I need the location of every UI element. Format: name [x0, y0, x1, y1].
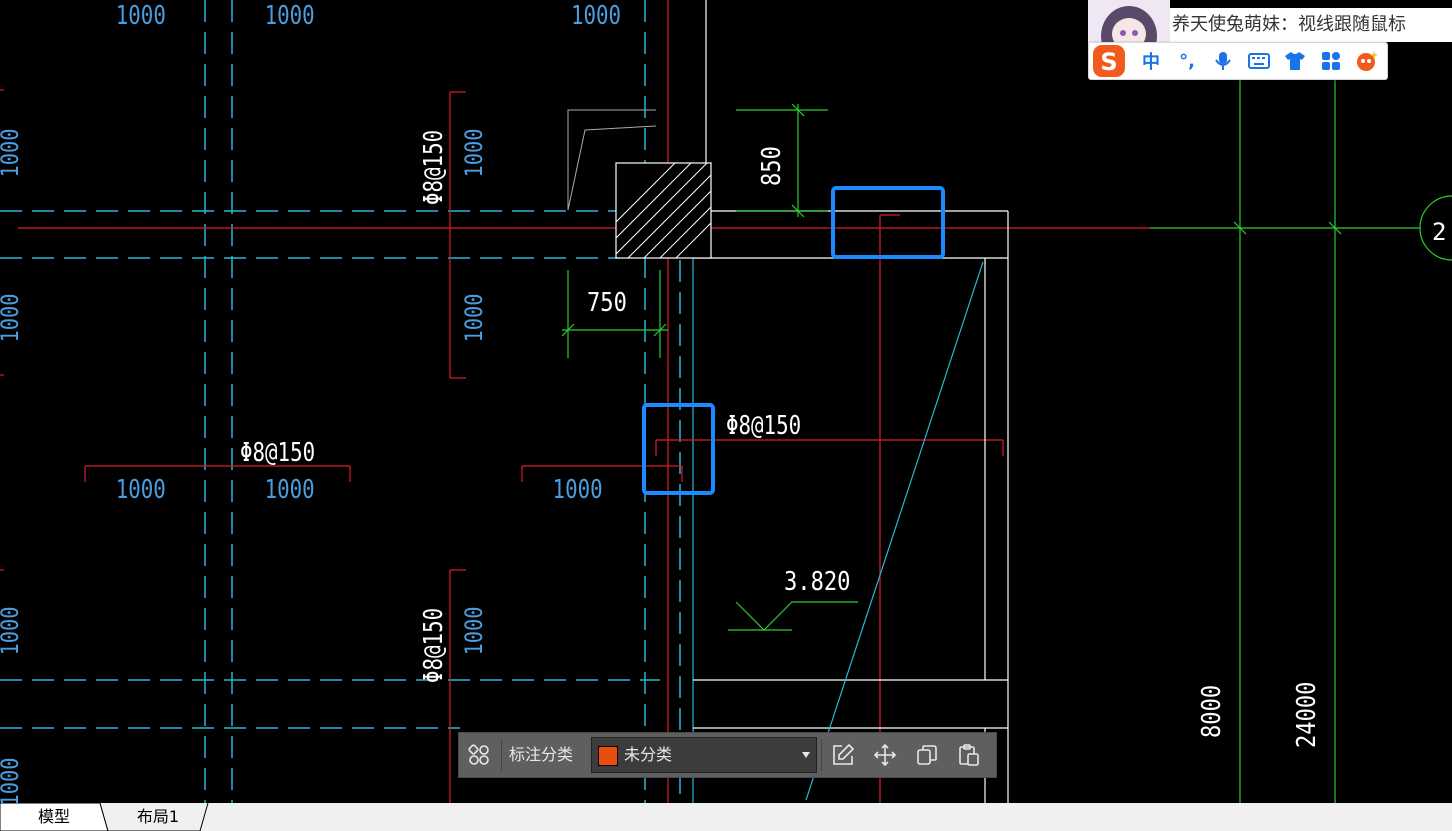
mascot-icon[interactable] — [1353, 47, 1381, 75]
mic-icon[interactable] — [1209, 47, 1237, 75]
copy-icon[interactable] — [913, 741, 941, 769]
rebar-label: Φ8@150 — [418, 608, 449, 683]
punctuation-button[interactable]: °, — [1173, 47, 1201, 75]
dim-text-vertical: 1000 — [0, 757, 24, 803]
shirt-icon[interactable] — [1281, 47, 1309, 75]
rebar-label: Φ8@150 — [726, 410, 801, 441]
cad-drawing-canvas[interactable]: 2 1000 1000 1000 1000 1000 1000 1000 100… — [0, 0, 1452, 803]
svg-text:S: S — [1100, 48, 1117, 76]
dim-text-vertical: 1000 — [0, 606, 24, 655]
dim-text-vertical: 1000 — [0, 293, 24, 342]
dim-text-vertical: 1000 — [460, 293, 488, 342]
dim-text: 1000 — [265, 0, 315, 31]
tab-layout1[interactable]: 布局1 — [112, 803, 204, 831]
toolbar-divider — [501, 739, 502, 771]
annotation-category-label: 标注分类 — [509, 745, 574, 764]
category-color-swatch — [598, 746, 618, 766]
dim-24000: 24000 — [1291, 682, 1321, 748]
category-select-value: 未分类 — [624, 745, 673, 764]
ime-title: 养天使兔萌妹：视线跟随鼠标 — [1170, 8, 1452, 42]
paste-icon[interactable] — [955, 741, 983, 769]
ime-toolbar[interactable]: S 中 °, — [1088, 42, 1388, 80]
dim-850: 850 — [756, 146, 786, 186]
chevron-down-icon — [802, 752, 810, 758]
apps-icon[interactable] — [1317, 47, 1345, 75]
sogou-logo-icon[interactable]: S — [1089, 43, 1129, 83]
dim-text: 1000 — [116, 0, 166, 31]
dim-text: 1000 — [116, 474, 166, 505]
edit-icon[interactable] — [829, 741, 857, 769]
annotation-toolbar: 标注分类 未分类 — [458, 732, 997, 778]
category-icon[interactable] — [465, 741, 493, 769]
dim-text: 1000 — [265, 474, 315, 505]
dim-text-vertical: 1000 — [460, 128, 488, 177]
toolbar-divider — [821, 739, 822, 771]
dim-text-vertical: 1000 — [0, 128, 24, 177]
tab-model[interactable]: 模型 — [10, 803, 98, 831]
move-icon[interactable] — [871, 741, 899, 769]
layout-tab-strip: 模型 布局1 — [0, 803, 1452, 831]
keyboard-icon[interactable] — [1245, 47, 1273, 75]
rebar-label: Φ8@150 — [240, 437, 315, 468]
category-select[interactable]: 未分类 — [591, 737, 817, 773]
dim-8000: 8000 — [1196, 685, 1226, 738]
dim-text-vertical: 1000 — [460, 606, 488, 655]
ime-widget[interactable]: 养天使兔萌妹：视线跟随鼠标 S 中 °, — [1088, 0, 1452, 80]
dim-750: 750 — [587, 287, 627, 317]
dim-text: 1000 — [553, 474, 603, 505]
elevation-label: 3.820 — [784, 566, 850, 596]
grid-bubble-label: 2 — [1432, 218, 1446, 246]
chinese-mode-button[interactable]: 中 — [1137, 47, 1165, 75]
rebar-label: Φ8@150 — [418, 130, 449, 205]
dim-text: 1000 — [571, 0, 621, 31]
